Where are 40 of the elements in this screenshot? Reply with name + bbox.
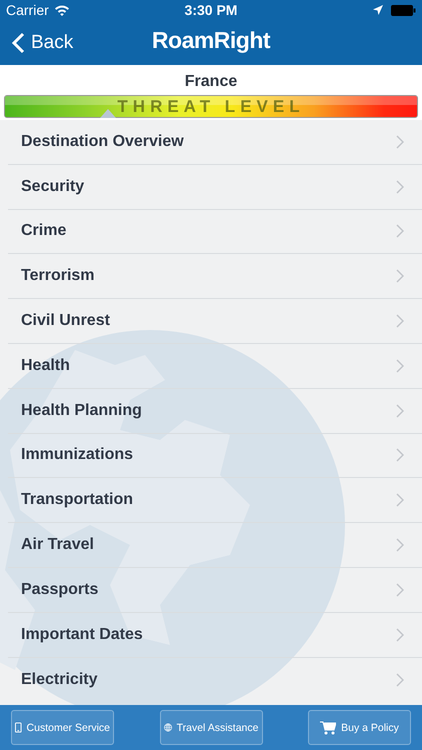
toolbar-button[interactable]: Customer Service: [11, 710, 114, 745]
chevron-right-icon: [396, 404, 404, 418]
menu-item[interactable]: Security: [8, 164, 422, 210]
chevron-right-icon: [396, 134, 404, 149]
menu-item[interactable]: Electricity: [8, 658, 422, 702]
menu-item[interactable]: Transportation: [8, 478, 422, 524]
chevron-left-icon: [12, 32, 25, 54]
battery-icon: [391, 4, 416, 16]
location-arrow-icon: [373, 5, 383, 15]
wifi-icon: [54, 4, 70, 16]
menu-item[interactable]: Health: [8, 344, 422, 389]
chevron-right-icon: [396, 538, 404, 552]
cart-icon: [320, 720, 336, 734]
chevron-right-icon: [396, 582, 404, 597]
menu-item[interactable]: Immunizations: [8, 434, 422, 478]
menu-item[interactable]: Crime: [8, 210, 422, 254]
threat-level-meter: THREAT LEVEL: [4, 95, 418, 118]
menu-item[interactable]: Passports: [8, 568, 422, 613]
chevron-right-icon: [396, 269, 404, 284]
carrier-label: Carrier: [6, 2, 49, 18]
toolbar-button[interactable]: Buy a Policy: [308, 710, 411, 745]
chevron-right-icon: [396, 314, 404, 328]
chevron-right-icon: [396, 672, 404, 687]
clock-time: 3:30 PM: [184, 2, 238, 18]
chevron-right-icon: [396, 224, 404, 238]
chevron-right-icon: [396, 448, 404, 462]
chevron-right-icon: [396, 493, 404, 508]
app-logo: RoamRight: [152, 27, 270, 54]
menu-item[interactable]: Important Dates: [8, 612, 422, 658]
chevron-right-icon: [396, 628, 404, 642]
back-button[interactable]: Back: [0, 32, 74, 54]
menu-item[interactable]: Destination Overview: [8, 120, 422, 165]
menu-item[interactable]: Civil Unrest: [8, 299, 422, 344]
menu-item[interactable]: Air Travel: [8, 523, 422, 568]
menu-item[interactable]: Health Planning: [8, 388, 422, 434]
country-title: France: [184, 72, 238, 90]
menu-item[interactable]: Terrorism: [8, 254, 422, 300]
toolbar-button[interactable]: Travel Assistance: [160, 710, 262, 745]
chevron-right-icon: [396, 180, 404, 194]
chevron-right-icon: [396, 358, 404, 373]
